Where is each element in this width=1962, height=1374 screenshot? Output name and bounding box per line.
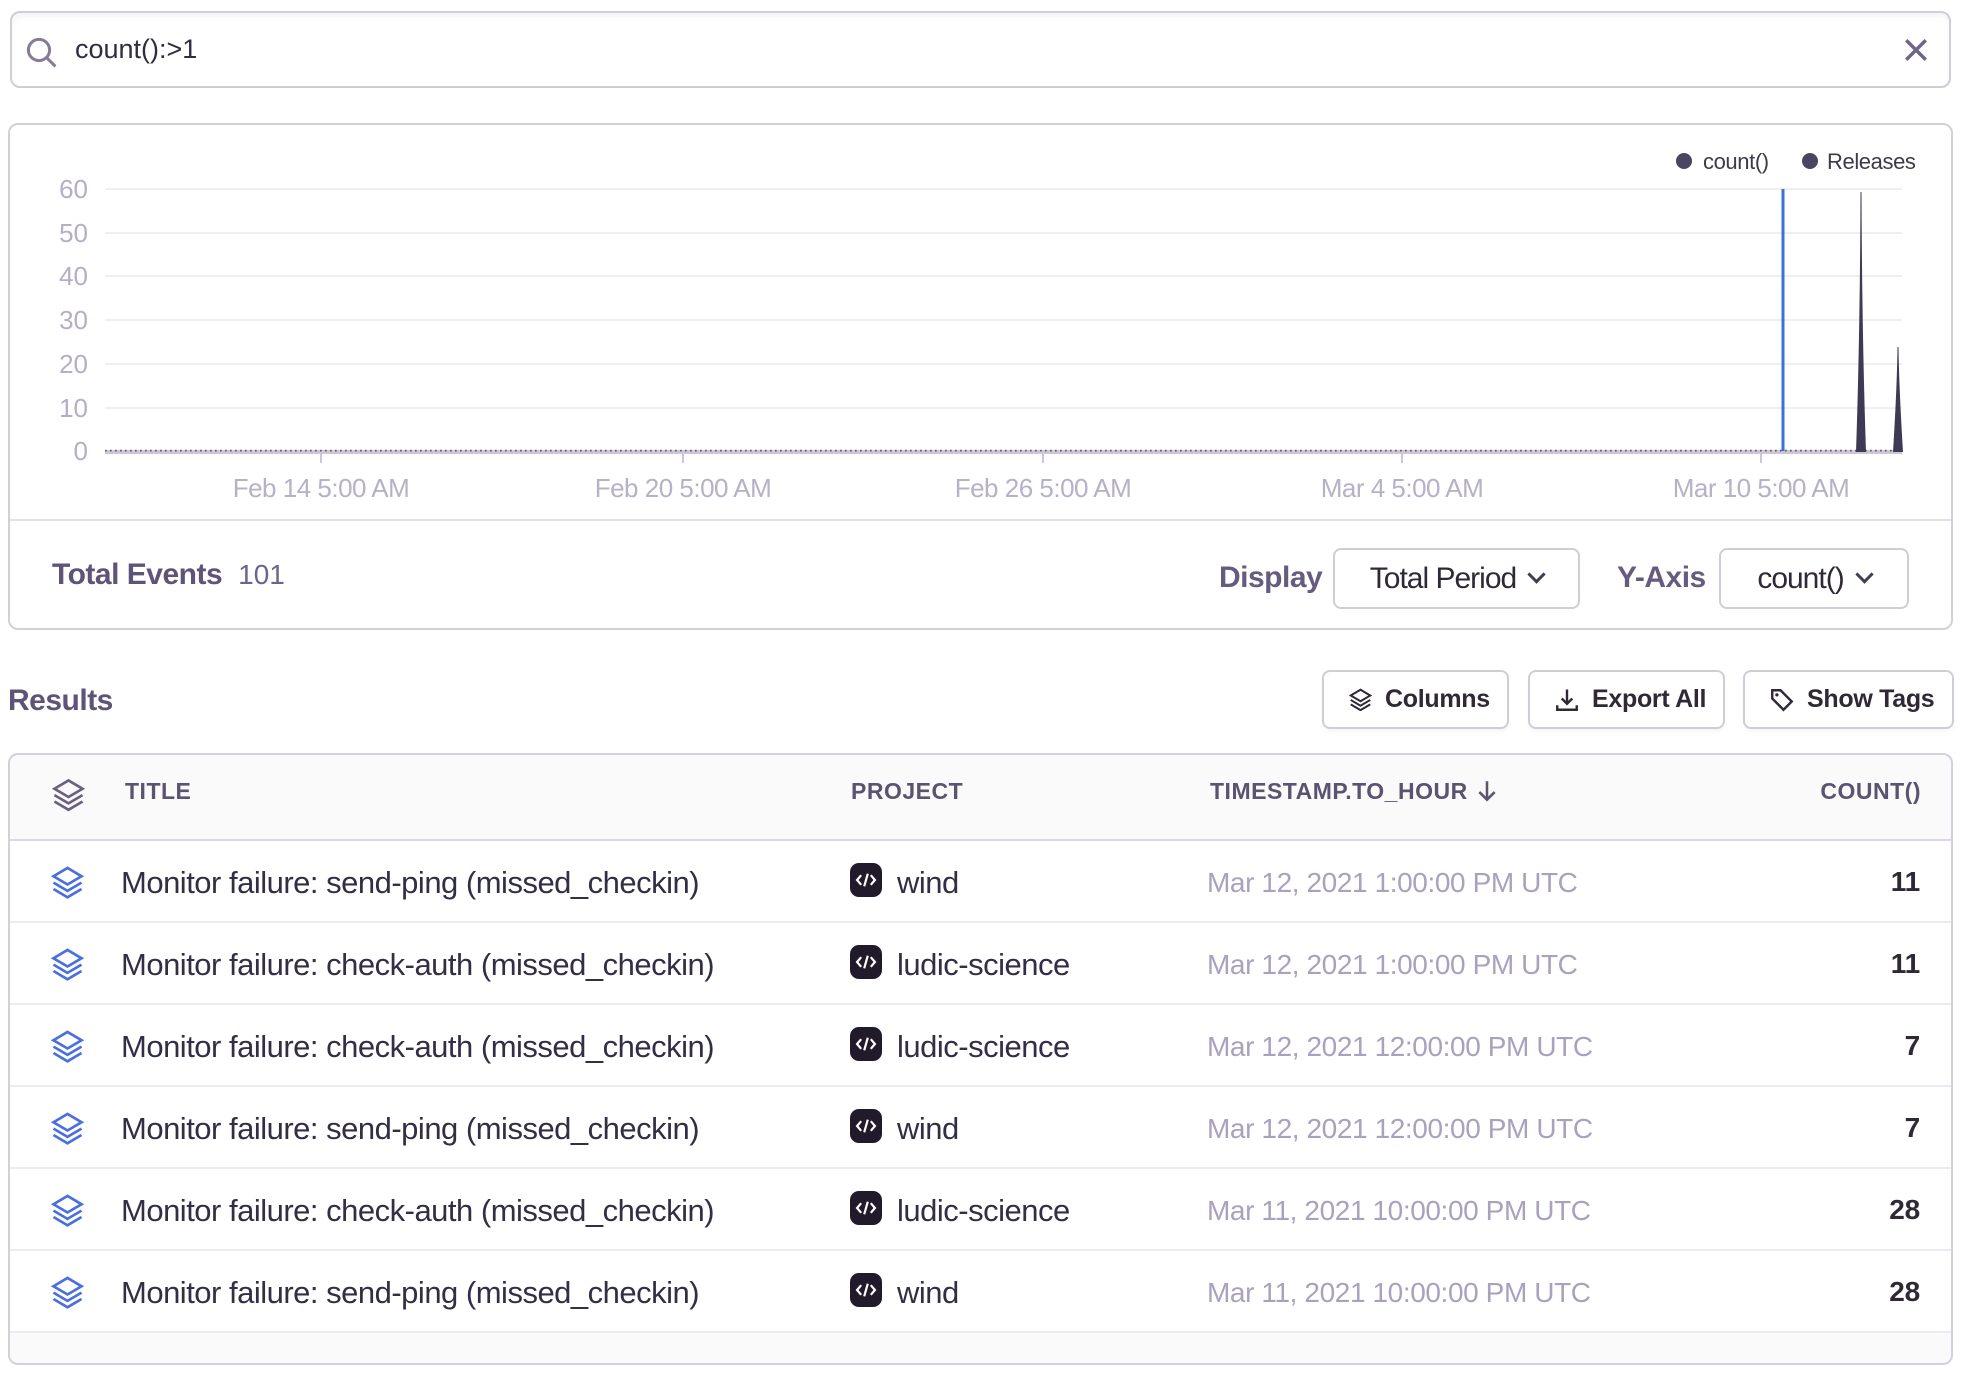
svg-text:20: 20	[59, 349, 88, 379]
svg-text:Mar 4 5:00 AM: Mar 4 5:00 AM	[1321, 473, 1484, 503]
svg-text:Feb 20 5:00 AM: Feb 20 5:00 AM	[595, 473, 772, 503]
svg-text:50: 50	[59, 218, 88, 248]
svg-text:60: 60	[59, 174, 88, 204]
svg-text:count(): count()	[1703, 149, 1769, 174]
svg-text:Mar 10 5:00 AM: Mar 10 5:00 AM	[1673, 473, 1850, 503]
svg-text:Feb 26 5:00 AM: Feb 26 5:00 AM	[955, 473, 1132, 503]
svg-text:Releases: Releases	[1827, 149, 1916, 174]
svg-text:0: 0	[74, 436, 88, 466]
svg-text:10: 10	[59, 393, 88, 423]
svg-text:40: 40	[59, 261, 88, 291]
svg-text:30: 30	[59, 305, 88, 335]
svg-text:Feb 14 5:00 AM: Feb 14 5:00 AM	[233, 473, 410, 503]
